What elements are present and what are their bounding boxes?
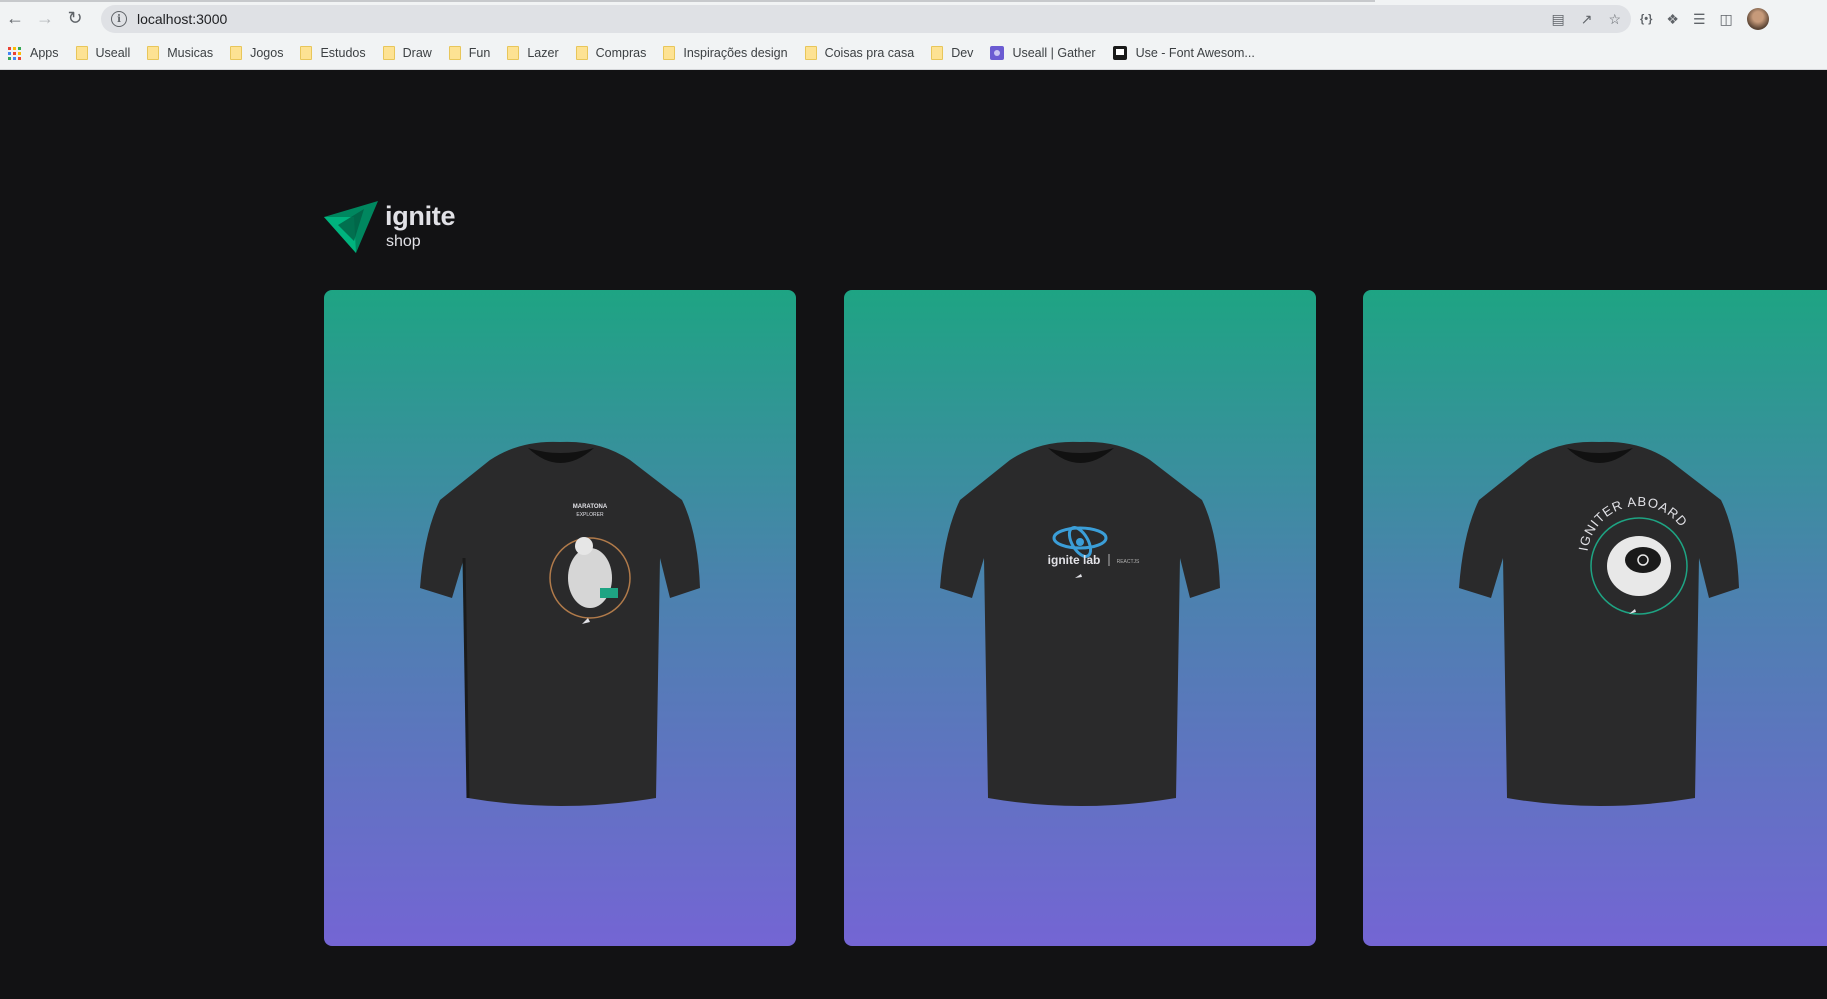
bookmark-label: Lazer xyxy=(527,46,559,60)
folder-icon xyxy=(230,46,243,60)
folder-icon xyxy=(448,46,461,60)
bookmark-label: Dev xyxy=(951,46,974,60)
folder-icon xyxy=(147,46,160,60)
folder-icon xyxy=(804,46,817,60)
bookmark-label: Estudos xyxy=(320,46,366,60)
bookmark-label: Draw xyxy=(402,46,432,60)
side-panel-icon[interactable]: ◫ xyxy=(1720,11,1733,28)
folder-icon xyxy=(507,46,520,60)
bookmark-folder-useall[interactable]: Useall xyxy=(75,46,131,60)
bookmark-folder-estudos[interactable]: Estudos xyxy=(300,46,366,60)
bookmark-apps[interactable]: Apps xyxy=(8,46,59,60)
bookmark-label: Jogos xyxy=(250,46,284,60)
bookmark-folder-musicas[interactable]: Musicas xyxy=(147,46,213,60)
apps-grid-icon xyxy=(8,46,21,60)
address-url[interactable]: localhost:3000 xyxy=(137,11,227,27)
print-text-top: MARATONA xyxy=(573,504,608,510)
print-text: ignite lab xyxy=(1048,553,1101,567)
reload-icon[interactable]: ↻ xyxy=(60,4,90,34)
logo-subtitle: shop xyxy=(386,233,421,250)
logo-title: ignite xyxy=(385,201,456,231)
folder-icon xyxy=(75,46,88,60)
page-content: ignite shop MARATONA EXPLORER ignite lab xyxy=(0,71,1827,999)
bookmark-label: Compras xyxy=(595,46,647,60)
folder-icon xyxy=(575,46,588,60)
bookmark-folder-coisas[interactable]: Coisas pra casa xyxy=(804,46,915,60)
profile-avatar[interactable] xyxy=(1746,8,1769,30)
bookmark-font-awesome[interactable]: Use - Font Awesom... xyxy=(1112,46,1255,60)
bookmark-folder-compras[interactable]: Compras xyxy=(575,46,647,60)
site-info-icon[interactable]: i xyxy=(111,11,127,27)
extension-json-icon[interactable]: {•} xyxy=(1640,13,1652,25)
bookmark-label: Apps xyxy=(30,46,59,60)
product-card-igniter-aboard[interactable]: IGNITER ABOARD xyxy=(1363,290,1827,946)
folder-icon xyxy=(931,46,944,60)
folder-icon xyxy=(382,46,395,60)
bookmark-folder-dev[interactable]: Dev xyxy=(931,46,973,60)
tshirt-image: MARATONA EXPLORER xyxy=(420,441,700,806)
bookmark-folder-inspiracoes[interactable]: Inspirações design xyxy=(663,46,788,60)
share-icon[interactable]: ↗ xyxy=(1581,11,1593,28)
folder-icon xyxy=(300,46,313,60)
bookmark-label: Inspirações design xyxy=(683,46,788,60)
logo[interactable]: ignite shop xyxy=(324,201,456,253)
tshirt-image: IGNITER ABOARD xyxy=(1459,441,1739,806)
loading-bar xyxy=(0,0,1375,2)
bookmark-folder-jogos[interactable]: Jogos xyxy=(230,46,283,60)
print-sub: REACTJS xyxy=(1117,559,1140,565)
bookmark-star-icon[interactable]: ☆ xyxy=(1608,11,1621,28)
browser-toolbar: ← → ↻ i localhost:3000 ▤ ↗ ☆ {•} ❖ ☰ ◫ xyxy=(0,0,1827,37)
media-playlist-icon[interactable]: ☰ xyxy=(1693,11,1706,28)
forward-icon[interactable]: → xyxy=(30,4,60,34)
bookmark-label: Useall | Gather xyxy=(1012,46,1096,60)
address-bar[interactable]: i localhost:3000 ▤ ↗ ☆ xyxy=(101,5,1631,33)
gather-icon xyxy=(990,46,1005,60)
font-awesome-icon xyxy=(1112,46,1127,60)
bookmark-label: Useall xyxy=(95,46,131,60)
bookmark-folder-fun[interactable]: Fun xyxy=(448,46,491,60)
bookmarks-bar: Apps Useall Musicas Jogos Estudos Draw F… xyxy=(0,37,1827,70)
print-text-bottom: EXPLORER xyxy=(576,512,604,518)
bookmark-label: Fun xyxy=(468,46,491,60)
bookmark-label: Coisas pra casa xyxy=(824,46,915,60)
bookmark-label: Musicas xyxy=(167,46,214,60)
product-card-ignite-lab[interactable]: ignite lab REACTJS xyxy=(844,290,1316,946)
bookmark-folder-lazer[interactable]: Lazer xyxy=(507,46,559,60)
bookmark-folder-draw[interactable]: Draw xyxy=(382,46,432,60)
bookmark-gather[interactable]: Useall | Gather xyxy=(990,46,1096,60)
ignite-logo-icon xyxy=(324,201,378,253)
extensions-puzzle-icon[interactable]: ❖ xyxy=(1666,11,1679,28)
tab-search-icon[interactable]: ▤ xyxy=(1551,11,1564,28)
tshirt-image: ignite lab REACTJS xyxy=(940,441,1220,806)
back-icon[interactable]: ← xyxy=(0,4,30,34)
product-card-maratona[interactable]: MARATONA EXPLORER xyxy=(324,290,796,946)
folder-icon xyxy=(663,46,676,60)
bookmark-label: Use - Font Awesom... xyxy=(1135,46,1255,60)
